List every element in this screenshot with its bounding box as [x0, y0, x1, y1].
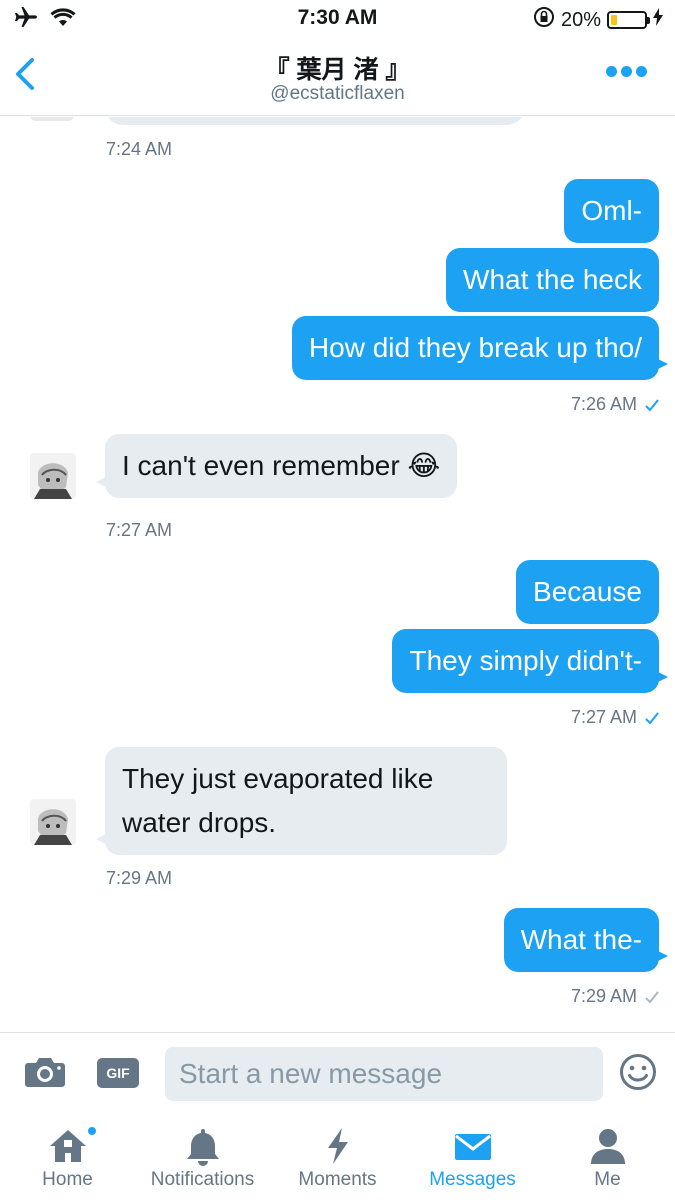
bell-icon [186, 1129, 219, 1166]
read-check-icon [645, 711, 659, 725]
tab-moments[interactable]: Moments [270, 1116, 405, 1200]
battery-icon [607, 11, 650, 29]
tab-label: Me [594, 1169, 621, 1190]
more-options-button[interactable] [606, 66, 647, 77]
message-bubble-incoming[interactable]: They just evaporated like water drops. [96, 747, 507, 855]
smiley-icon [620, 1054, 656, 1090]
message-bubble-incoming[interactable] [105, 117, 525, 125]
tab-home[interactable]: Home [0, 1116, 135, 1200]
message-thread[interactable]: 7:24 AM Oml- What the heck How did they … [0, 117, 675, 1032]
user-handle[interactable]: @ecstaticflaxen [0, 83, 675, 105]
message-meta: 7:27 AM [571, 707, 659, 728]
camera-button[interactable] [24, 1055, 66, 1089]
notification-dot [87, 1126, 97, 1136]
status-right: 20% [533, 6, 663, 34]
read-check-icon [645, 398, 659, 412]
home-icon [49, 1130, 86, 1162]
message-timestamp: 7:29 AM [570, 986, 637, 1006]
tab-label: Home [42, 1169, 93, 1190]
message-bubble-outgoing[interactable]: What the heck [446, 248, 659, 312]
message-timestamp: 7:29 AM [106, 868, 173, 888]
message-input[interactable] [165, 1047, 603, 1101]
lightning-icon [327, 1128, 348, 1164]
status-bar: 7:30 AM 20% [0, 0, 675, 38]
message-bubble-outgoing[interactable]: What the- [503, 908, 669, 972]
avatar[interactable] [30, 117, 74, 121]
battery-percent: 20% [560, 8, 601, 31]
battery-fill [611, 15, 618, 25]
avatar[interactable] [30, 453, 76, 499]
tab-notifications[interactable]: Notifications [135, 1116, 270, 1200]
dot-icon [636, 66, 647, 77]
message-composer: GIF [0, 1032, 675, 1116]
sent-check-icon [645, 990, 659, 1004]
camera-icon [25, 1058, 65, 1087]
message-bubble-outgoing[interactable]: How did they break up tho/ [291, 316, 669, 380]
message-bubble-outgoing[interactable]: Because [516, 560, 659, 624]
rotation-lock-icon [533, 6, 555, 34]
envelope-icon [454, 1134, 491, 1160]
message-bubble-incoming[interactable]: I can't even remember 😂 [95, 434, 458, 498]
message-timestamp: 7:24 AM [106, 139, 173, 159]
tab-me[interactable]: Me [540, 1116, 675, 1200]
conversation-header: 『 葉月 渚 』 @ecstaticflaxen [0, 38, 675, 116]
message-timestamp: 7:27 AM [570, 707, 637, 727]
message-meta: 7:26 AM [571, 394, 659, 415]
tab-label: Moments [298, 1169, 377, 1190]
gif-button[interactable]: GIF [97, 1058, 139, 1088]
avatar-image [30, 799, 76, 845]
message-bubble-outgoing[interactable]: Oml- [564, 179, 659, 243]
message-meta: 7:29 AM [571, 986, 659, 1007]
page-title: 『 葉月 渚 』 [264, 56, 411, 84]
tab-messages[interactable]: Messages [405, 1116, 540, 1200]
emoji-button[interactable] [619, 1053, 657, 1091]
dot-icon [621, 66, 632, 77]
message-bubble-outgoing[interactable]: They simply didn't- [392, 629, 668, 693]
tab-bar: Home Notifications Moments Messages Me [0, 1116, 675, 1200]
tab-label: Messages [429, 1169, 516, 1190]
message-timestamp: 7:27 AM [106, 520, 173, 540]
person-icon [590, 1129, 625, 1164]
message-timestamp: 7:26 AM [570, 394, 637, 414]
charging-bolt-icon [653, 8, 663, 32]
avatar[interactable] [30, 799, 76, 845]
tab-label: Notifications [150, 1169, 255, 1190]
avatar-image [30, 453, 76, 499]
dot-icon [606, 66, 617, 77]
